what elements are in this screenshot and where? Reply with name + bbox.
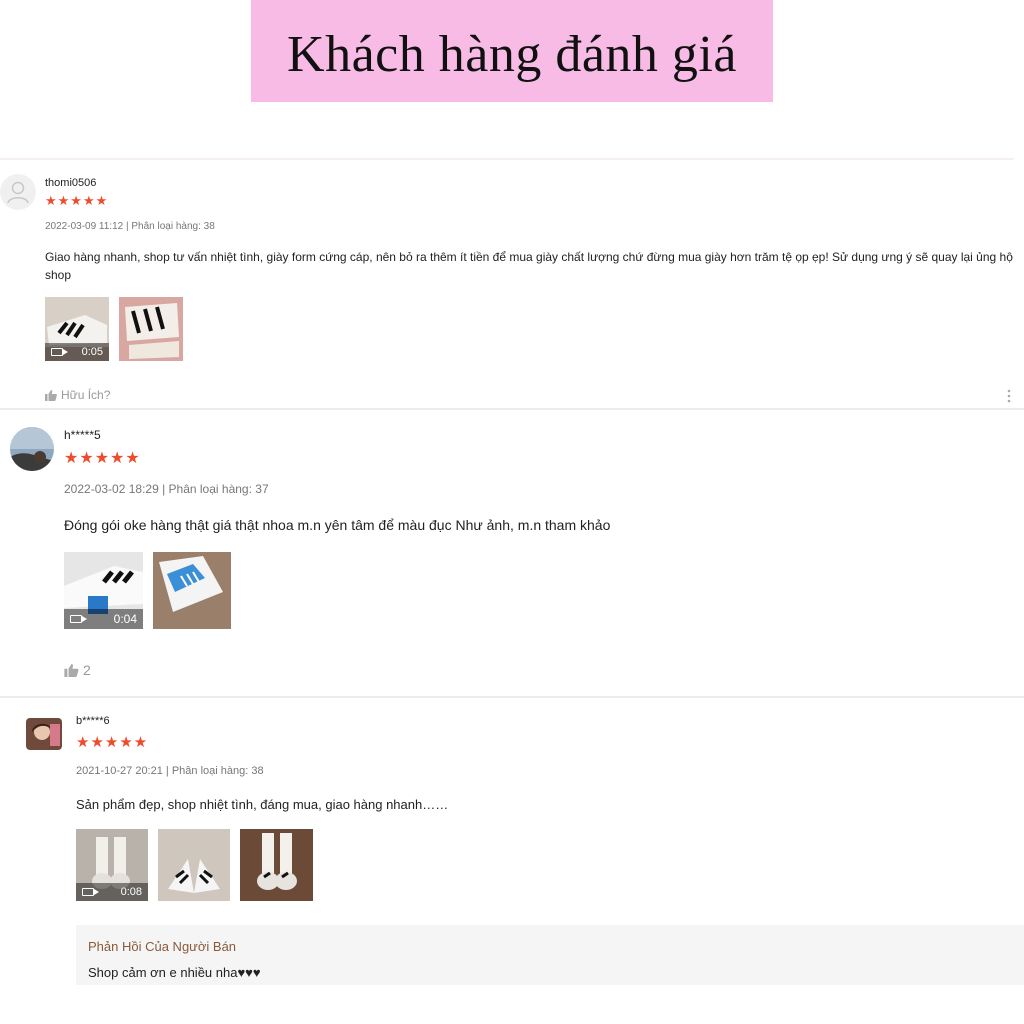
thumbs-up-icon <box>64 663 79 677</box>
review-meta: 2021-10-27 20:21 | Phân loại hàng: 38 <box>76 765 264 777</box>
reviewer-name[interactable]: h*****5 <box>64 428 101 442</box>
page-title-banner: Khách hàng đánh giá <box>251 0 773 102</box>
reviewer-name[interactable]: thomi0506 <box>45 177 96 189</box>
seller-reply-title: Phản Hồi Của Người Bán <box>88 939 237 954</box>
sneaker-image <box>240 829 313 901</box>
video-duration: 0:04 <box>113 612 137 626</box>
page-title: Khách hàng đánh giá <box>287 25 737 83</box>
review-photo-thumbnail[interactable] <box>158 829 230 901</box>
video-camera-icon <box>82 888 99 896</box>
avatar[interactable] <box>26 718 62 750</box>
rating-stars: ★★★★★ <box>45 193 109 208</box>
rating-stars: ★★★★★ <box>76 734 149 751</box>
review-comment: Giao hàng nhanh, shop tư vấn nhiệt tình,… <box>45 250 1013 282</box>
avatar[interactable] <box>10 427 54 471</box>
review-photo-thumbnail[interactable] <box>153 552 231 629</box>
seller-reply: Phản Hồi Của Người Bán Shop cảm ơn e nhi… <box>76 925 1024 985</box>
review-meta: 2022-03-09 11:12 | Phân loại hàng: 38 <box>45 221 215 232</box>
avatar-photo <box>10 427 54 471</box>
seller-reply-text: Shop cảm ơn e nhiều nha♥♥♥ <box>88 965 261 980</box>
video-duration-bar: 0:04 <box>64 609 143 629</box>
sneaker-image <box>119 297 183 361</box>
video-duration-bar: 0:08 <box>76 883 148 901</box>
divider <box>0 158 1014 160</box>
review-comment: Đóng gói oke hàng thật giá thật nhoa m.n… <box>64 517 611 533</box>
reviewer-name[interactable]: b*****6 <box>76 715 110 727</box>
rating-stars: ★★★★★ <box>64 450 141 467</box>
review-meta: 2022-03-02 18:29 | Phân loại hàng: 37 <box>64 482 269 496</box>
review-video-thumbnail[interactable]: 0:04 <box>64 552 143 629</box>
video-camera-icon <box>70 615 87 623</box>
helpful-button[interactable]: 2 <box>64 662 91 678</box>
helpful-button[interactable]: Hữu Ích? <box>45 388 110 402</box>
review-divider <box>0 408 1024 410</box>
video-duration-bar: 0:05 <box>45 343 109 361</box>
helpful-label: Hữu Ích? <box>61 388 111 402</box>
video-camera-icon <box>51 348 68 356</box>
sneaker-box-image <box>153 552 231 629</box>
sneaker-image <box>158 829 230 901</box>
review-comment: Sản phẩm đẹp, shop nhiệt tình, đáng mua,… <box>76 797 449 812</box>
review-photo-thumbnail[interactable] <box>240 829 313 901</box>
user-icon <box>7 181 29 204</box>
avatar-placeholder[interactable] <box>0 174 36 210</box>
more-vertical-icon[interactable] <box>1007 389 1011 403</box>
review-divider <box>0 696 1024 698</box>
thumbs-up-icon <box>45 389 57 401</box>
review-video-thumbnail[interactable]: 0:05 <box>45 297 109 361</box>
avatar-photo <box>26 718 62 750</box>
video-duration: 0:08 <box>120 886 142 898</box>
video-duration: 0:05 <box>81 346 103 358</box>
review-photo-thumbnail[interactable] <box>119 297 183 361</box>
helpful-count: 2 <box>83 662 91 678</box>
review-video-thumbnail[interactable]: 0:08 <box>76 829 148 901</box>
